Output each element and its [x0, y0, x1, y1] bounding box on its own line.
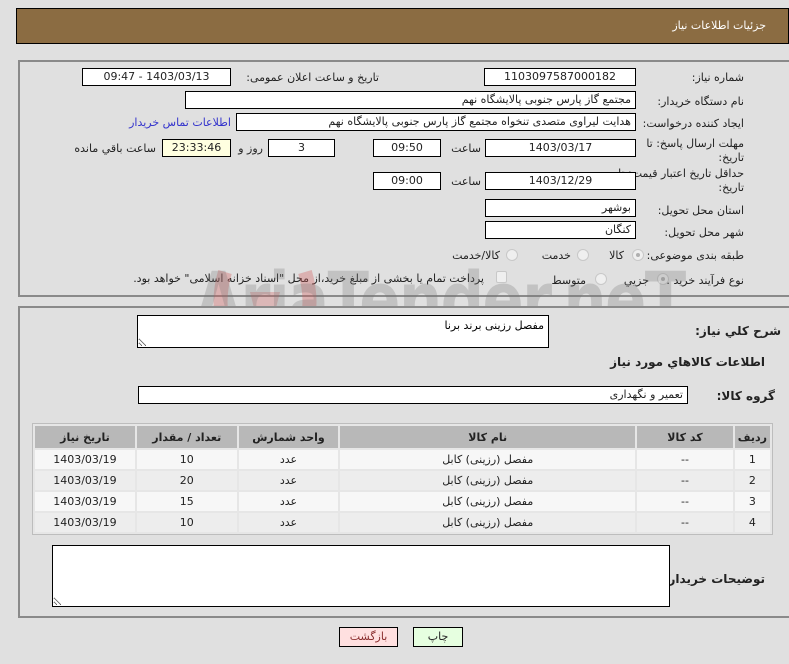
- table-header-row: ردیف کد کالا نام کالا واحد شمارش تعداد /…: [35, 426, 770, 448]
- reply-deadline-label-1: مهلت ارسال پاسخ: تا: [646, 137, 744, 150]
- treasury-bonds-checkbox[interactable]: [496, 271, 507, 283]
- cell-need-date: 1403/03/19: [35, 471, 135, 490]
- cell-item-name: مفصل (رزینی) کابل: [340, 471, 636, 490]
- cell-row-number: 3: [734, 492, 770, 511]
- table-row: 1 -- مفصل (رزینی) کابل عدد 10 1403/03/19: [35, 450, 770, 469]
- col-quantity: تعداد / مقدار: [136, 426, 237, 448]
- price-validity-date: 1403/12/29: [485, 172, 636, 190]
- col-unit: واحد شمارش: [238, 426, 339, 448]
- category-label: طبقه بندی موضوعی:: [646, 249, 744, 262]
- cell-quantity: 10: [136, 513, 237, 532]
- cell-item-code: --: [637, 471, 733, 490]
- cell-item-code: --: [637, 513, 733, 532]
- table-row: 4 -- مفصل (رزینی) کابل عدد 10 1403/03/19: [35, 513, 770, 532]
- description-label: شرح کلي نیاز:: [695, 324, 781, 338]
- province-field: بوشهر: [485, 199, 636, 217]
- category-radio-goods[interactable]: [632, 249, 644, 261]
- cell-quantity: 10: [136, 450, 237, 469]
- remaining-days: 3: [268, 139, 335, 157]
- cell-row-number: 4: [734, 513, 770, 532]
- description-textarea[interactable]: مفصل رزینی برند برنا: [137, 315, 549, 348]
- remaining-label: ساعت باقي مانده: [74, 142, 156, 155]
- price-validity-label-2: تاریخ:: [718, 181, 744, 194]
- page-title: جزئیات اطلاعات نیاز: [672, 19, 766, 32]
- buyer-org-label: نام دستگاه خریدار:: [657, 95, 744, 108]
- days-label: روز و: [238, 142, 263, 155]
- cell-need-date: 1403/03/19: [35, 513, 135, 532]
- goods-table: ردیف کد کالا نام کالا واحد شمارش تعداد /…: [32, 423, 773, 535]
- price-time-label: ساعت: [451, 175, 481, 188]
- goods-group-field: تعمیر و نگهداری: [138, 386, 688, 404]
- cell-unit: عدد: [238, 513, 339, 532]
- need-number-label: شماره نیاز:: [691, 71, 744, 84]
- cell-need-date: 1403/03/19: [35, 450, 135, 469]
- purchase-type-option-medium: متوسط: [551, 274, 586, 287]
- reply-deadline-label-2: تاریخ:: [718, 151, 744, 164]
- col-need-date: تاریخ نیاز: [35, 426, 135, 448]
- purchase-type-label: نوع فرآیند خرید :: [666, 274, 744, 287]
- back-button[interactable]: بازگشت: [339, 627, 398, 647]
- col-item-name: نام کالا: [340, 426, 636, 448]
- cell-row-number: 1: [734, 450, 770, 469]
- reply-deadline-time: 09:50: [373, 139, 441, 157]
- category-option-service: خدمت: [541, 249, 571, 262]
- need-number-field: 1103097587000182: [484, 68, 636, 86]
- buyer-contact-link[interactable]: اطلاعات تماس خریدار: [129, 116, 231, 130]
- announce-field: 1403/03/13 - 09:47: [82, 68, 231, 86]
- table-row: 3 -- مفصل (رزینی) کابل عدد 15 1403/03/19: [35, 492, 770, 511]
- cell-unit: عدد: [238, 450, 339, 469]
- reply-deadline-date: 1403/03/17: [485, 139, 636, 157]
- table-row: 2 -- مفصل (رزینی) کابل عدد 20 1403/03/19: [35, 471, 770, 490]
- province-label: استان محل تحویل:: [657, 204, 744, 217]
- cell-unit: عدد: [238, 471, 339, 490]
- buyer-notes-label: توضیحات خریدار:: [663, 572, 765, 586]
- city-field: کنگان: [485, 221, 636, 239]
- page-header: جزئیات اطلاعات نیاز: [16, 8, 789, 44]
- purchase-type-radio-medium[interactable]: [595, 273, 607, 285]
- cell-item-name: مفصل (رزینی) کابل: [340, 492, 636, 511]
- cell-quantity: 20: [136, 471, 237, 490]
- price-validity-time: 09:00: [373, 172, 441, 190]
- creator-field: هدایت لیراوی متصدی تنخواه مجتمع گاز پارس…: [236, 113, 636, 131]
- buyer-notes-textarea[interactable]: [52, 545, 670, 607]
- cell-need-date: 1403/03/19: [35, 492, 135, 511]
- goods-info-title: اطلاعات کالاهاي مورد نیاز: [610, 355, 765, 369]
- purchase-type-radio-small[interactable]: [657, 273, 669, 285]
- cell-item-name: مفصل (رزینی) کابل: [340, 450, 636, 469]
- announce-label: تاریخ و ساعت اعلان عمومی:: [246, 71, 379, 84]
- cell-unit: عدد: [238, 492, 339, 511]
- treasury-bonds-label: پرداخت تمام یا بخشی از مبلغ خرید،از محل …: [133, 272, 484, 285]
- print-button[interactable]: چاپ: [413, 627, 463, 647]
- remaining-time: 23:33:46: [162, 139, 231, 157]
- goods-group-label: گروه کالا:: [716, 389, 775, 403]
- category-option-goods: کالا: [609, 249, 624, 262]
- col-row-number: ردیف: [734, 426, 770, 448]
- purchase-type-option-small: جزیي: [623, 274, 649, 287]
- creator-label: ایجاد کننده درخواست:: [642, 117, 744, 130]
- category-option-goods-service: کالا/خدمت: [452, 249, 500, 262]
- buyer-org-field: مجتمع گاز پارس جنوبی پالایشگاه نهم: [185, 91, 636, 109]
- price-validity-label-1: حداقل تاریخ اعتبار قیمت: تا: [618, 167, 744, 180]
- cell-item-code: --: [637, 450, 733, 469]
- cell-item-code: --: [637, 492, 733, 511]
- category-radio-goods-service[interactable]: [506, 249, 518, 261]
- city-label: شهر محل تحویل:: [664, 226, 744, 239]
- reply-time-label: ساعت: [451, 142, 481, 155]
- cell-item-name: مفصل (رزینی) کابل: [340, 513, 636, 532]
- category-radio-service[interactable]: [577, 249, 589, 261]
- cell-quantity: 15: [136, 492, 237, 511]
- col-item-code: کد کالا: [637, 426, 733, 448]
- cell-row-number: 2: [734, 471, 770, 490]
